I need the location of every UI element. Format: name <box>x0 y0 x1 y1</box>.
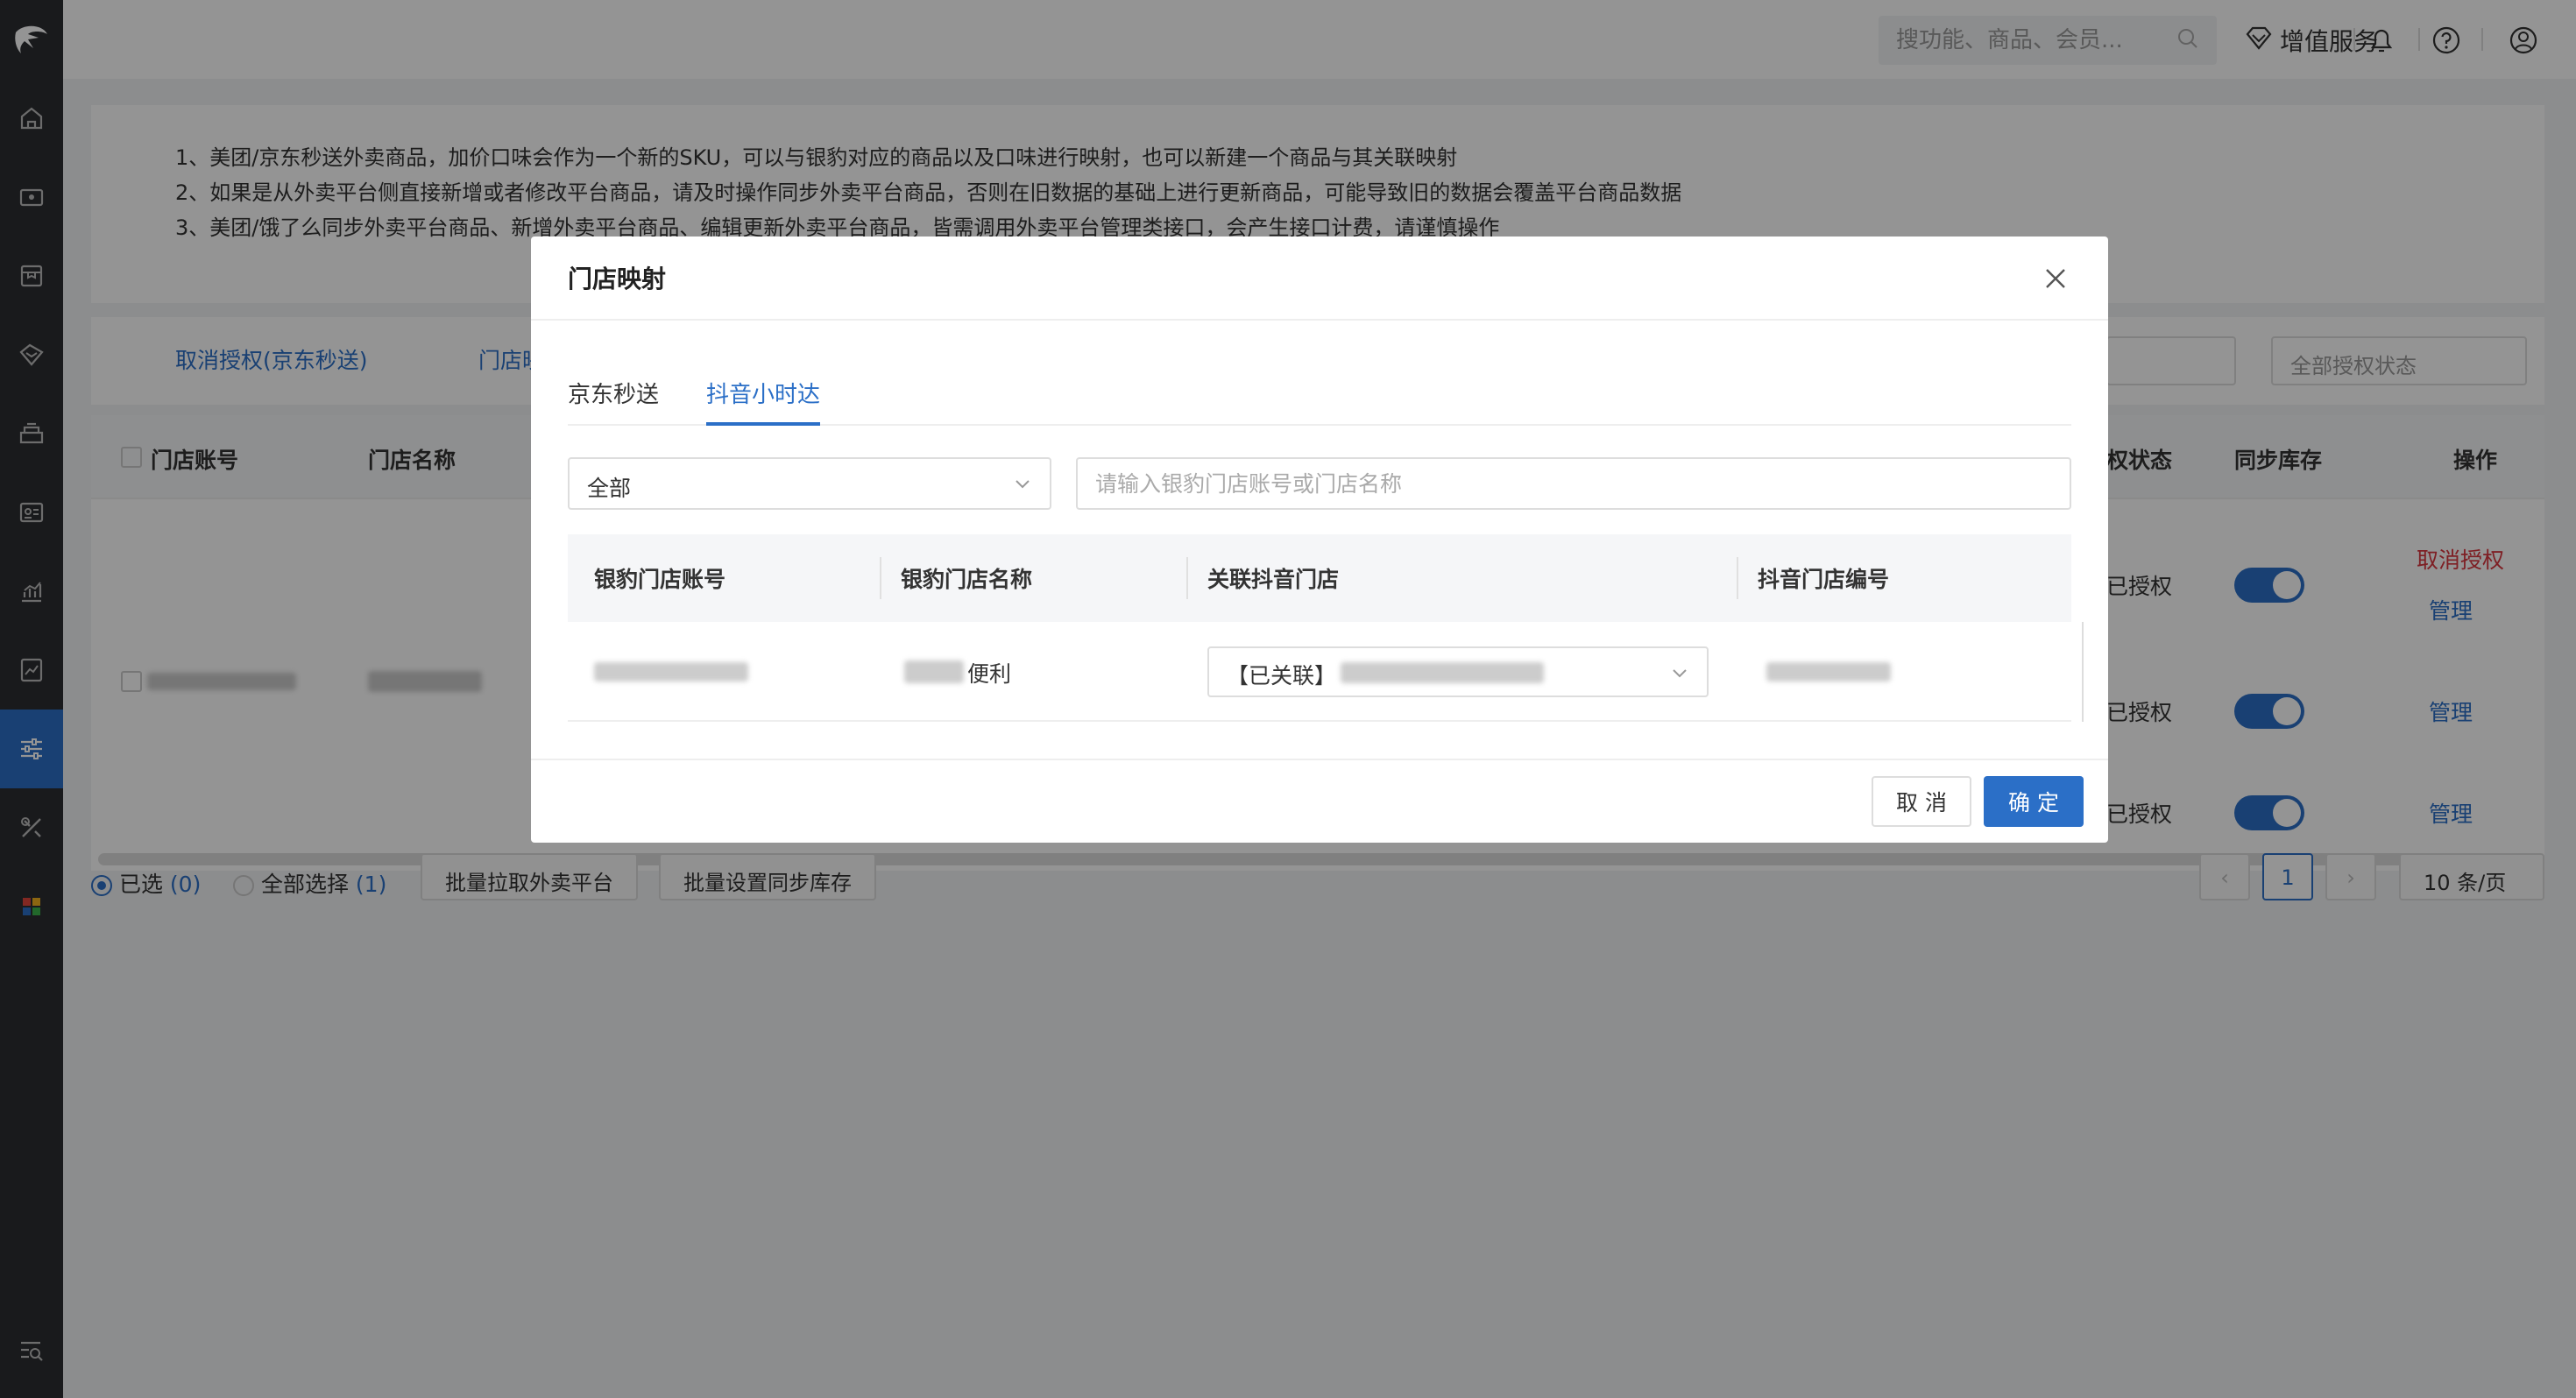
modal-title: 门店映射 <box>568 265 667 293</box>
blurred-store-name <box>904 660 964 683</box>
cancel-button[interactable]: 取 消 <box>1872 776 1971 827</box>
chevron-down-icon <box>1013 473 1032 498</box>
close-icon[interactable] <box>2040 263 2071 294</box>
column-separator <box>880 557 881 599</box>
status-filter-select[interactable]: 全部 <box>568 457 1051 510</box>
linked-store-select[interactable]: 【已关联】 <box>1207 646 1709 697</box>
blurred-linked-store <box>1341 662 1544 683</box>
modal-header: 门店映射 <box>531 237 2108 321</box>
column-separator <box>1737 557 1738 599</box>
store-name-suffix: 便利 <box>967 661 1012 687</box>
col-linked-douyin-store: 关联抖音门店 <box>1207 567 1340 592</box>
mapping-table: 银豹门店账号 银豹门店名称 关联抖音门店 抖音门店编号 便利 【已关联】 <box>568 534 2084 731</box>
chevron-down-icon <box>1670 662 1689 688</box>
store-search-input[interactable] <box>1076 457 2071 510</box>
vertical-scrollbar[interactable] <box>2082 622 2084 722</box>
status-filter-value: 全部 <box>587 476 632 501</box>
column-separator <box>1186 557 1188 599</box>
tab-douyin-hourly[interactable]: 抖音小时达 <box>706 377 821 426</box>
col-yinbao-name: 银豹门店名称 <box>901 567 1033 592</box>
platform-tabs: 京东秒送 抖音小时达 <box>568 377 2071 426</box>
confirm-button[interactable]: 确 定 <box>1984 776 2084 827</box>
tab-jd-miaosong[interactable]: 京东秒送 <box>568 377 659 426</box>
table-row: 便利 【已关联】 <box>568 622 2071 722</box>
blurred-account <box>594 662 748 681</box>
mapping-table-header: 银豹门店账号 银豹门店名称 关联抖音门店 抖音门店编号 <box>568 534 2071 622</box>
col-yinbao-account: 银豹门店账号 <box>594 567 726 592</box>
store-mapping-modal: 门店映射 京东秒送 抖音小时达 全部 银豹门店账号 银豹门店名称 关联抖音门店 … <box>531 237 2108 843</box>
modal-footer: 取 消 确 定 <box>531 759 2108 843</box>
col-douyin-store-id: 抖音门店编号 <box>1758 567 1890 592</box>
blurred-douyin-id <box>1766 662 1891 681</box>
linked-status-prefix: 【已关联】 <box>1227 663 1337 688</box>
